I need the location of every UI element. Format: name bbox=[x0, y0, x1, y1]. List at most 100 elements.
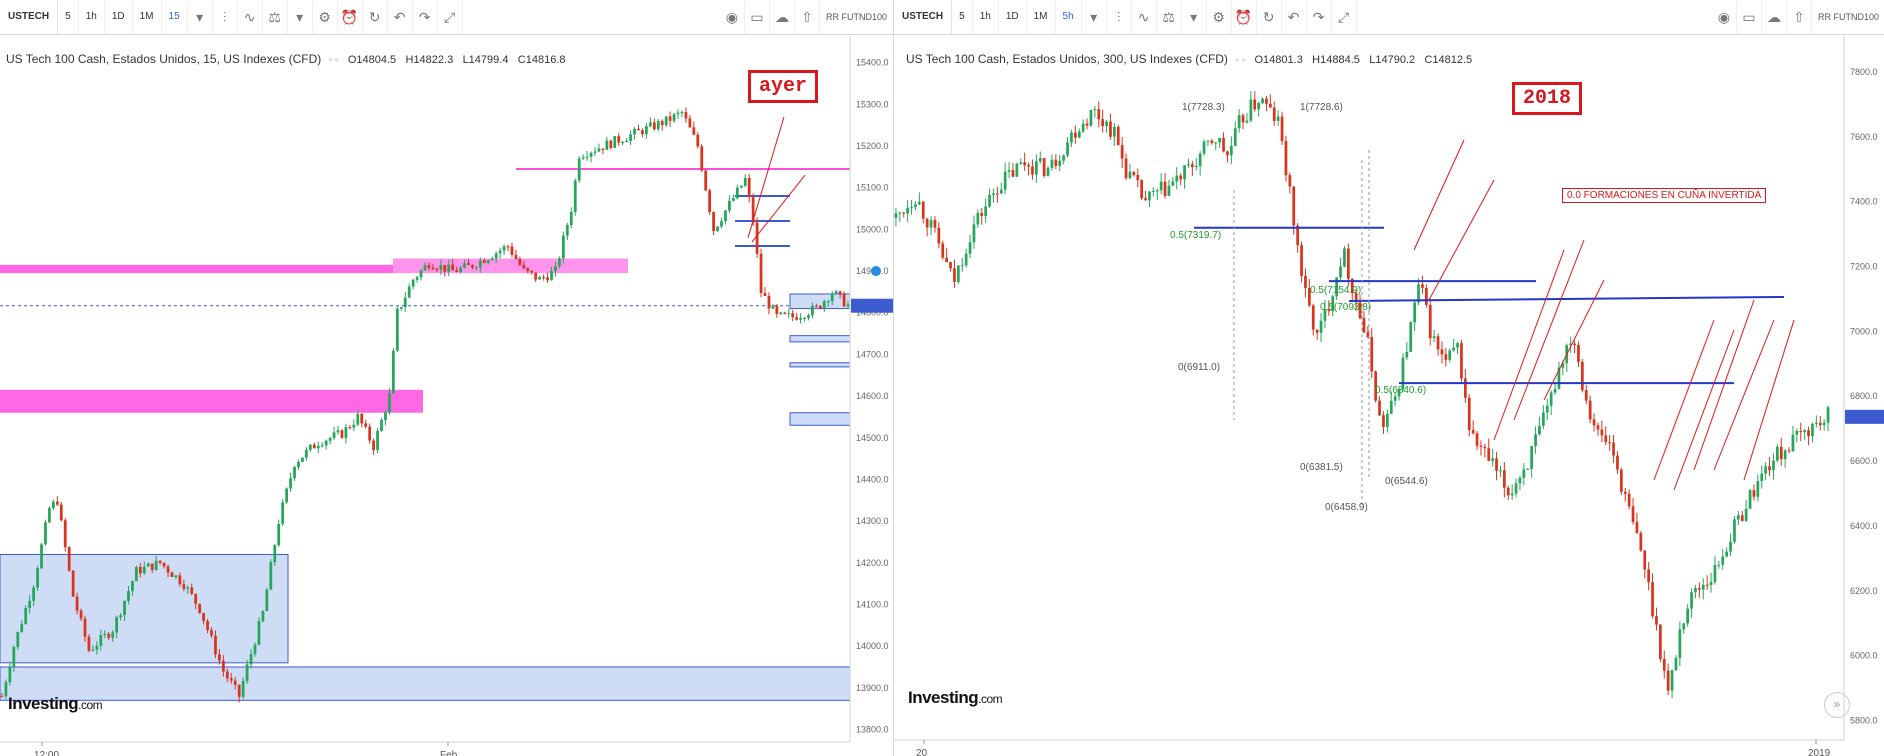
wedge-trend-line bbox=[1493, 249, 1565, 441]
candle-body bbox=[75, 596, 79, 611]
candle-body bbox=[1276, 116, 1280, 121]
candle-body bbox=[1109, 121, 1112, 137]
candle-body bbox=[613, 136, 617, 148]
candle-body bbox=[253, 644, 257, 655]
candle-body bbox=[95, 645, 99, 650]
candle-body bbox=[1034, 161, 1038, 175]
candle-body bbox=[1292, 186, 1296, 226]
candle-body bbox=[1058, 160, 1062, 166]
candle-body bbox=[1479, 445, 1483, 447]
candle-body bbox=[676, 112, 680, 115]
candle-body bbox=[534, 272, 538, 280]
candle-body bbox=[356, 413, 360, 425]
candle-body bbox=[728, 200, 731, 211]
candle-body bbox=[648, 122, 652, 127]
candle-body bbox=[593, 151, 597, 153]
fib-label: 0(6544.6) bbox=[1385, 476, 1428, 487]
price-tick-label: 6400.0 bbox=[1850, 521, 1878, 531]
candle-body bbox=[1226, 151, 1229, 156]
candle-body bbox=[376, 431, 379, 451]
candle-body bbox=[775, 305, 779, 314]
candle-body bbox=[419, 270, 423, 278]
candle-body bbox=[1132, 171, 1136, 176]
scroll-right-button[interactable]: » bbox=[1824, 692, 1850, 718]
candle-body bbox=[123, 600, 126, 616]
candle-body bbox=[1814, 422, 1818, 424]
candle-body bbox=[1491, 458, 1495, 461]
candle-body bbox=[1752, 490, 1756, 497]
candle-body bbox=[1093, 109, 1097, 111]
price-tick-label: 13800.0 bbox=[856, 724, 889, 734]
candle-body bbox=[1007, 170, 1011, 172]
candle-body bbox=[1577, 345, 1580, 362]
candle-body bbox=[431, 267, 435, 270]
left-price-chart[interactable]: 15400.015300.015200.015100.015000.014900… bbox=[0, 0, 893, 756]
candle-body bbox=[411, 279, 415, 287]
candle-body bbox=[811, 305, 814, 316]
candle-body bbox=[641, 130, 644, 135]
candle-body bbox=[1775, 446, 1779, 461]
event-marker-icon bbox=[871, 266, 881, 277]
candle-body bbox=[1545, 405, 1549, 413]
candle-body bbox=[237, 684, 241, 697]
candle-body bbox=[795, 317, 799, 320]
candle-body bbox=[1818, 422, 1822, 426]
candle-body bbox=[999, 189, 1003, 194]
candle-body bbox=[1304, 275, 1307, 289]
candle-body bbox=[1284, 141, 1288, 176]
candle-body bbox=[1319, 320, 1323, 333]
candle-body bbox=[995, 193, 999, 195]
candle-body bbox=[1768, 466, 1771, 471]
price-tick-label: 14400.0 bbox=[856, 474, 889, 484]
candle-body bbox=[344, 427, 348, 438]
fib-label: 0.5(7319.7) bbox=[1170, 230, 1221, 241]
candle-body bbox=[1635, 522, 1639, 533]
candle-body bbox=[621, 142, 625, 144]
fib-label: 0(6911.0) bbox=[1178, 362, 1220, 373]
candle-body bbox=[945, 257, 949, 263]
fib-label: 1(7728.3) bbox=[1182, 102, 1225, 113]
price-tick-label: 15400.0 bbox=[856, 58, 889, 68]
candle-body bbox=[815, 305, 818, 307]
candle-body bbox=[1370, 337, 1374, 372]
candle-body bbox=[1460, 343, 1463, 379]
candle-body bbox=[747, 177, 751, 198]
fib-level-line bbox=[1348, 295, 1785, 302]
fib-label: 0.5(7154.9) bbox=[1310, 285, 1361, 296]
candle-body bbox=[55, 501, 59, 505]
candle-body bbox=[269, 562, 273, 590]
candle-body bbox=[771, 305, 775, 309]
candle-body bbox=[652, 122, 656, 130]
price-tick-label: 6600.0 bbox=[1850, 456, 1878, 466]
candle-body bbox=[708, 190, 712, 213]
candle-body bbox=[1144, 198, 1147, 201]
candle-body bbox=[530, 270, 534, 273]
candle-body bbox=[475, 267, 478, 269]
candle-body bbox=[249, 654, 253, 665]
wedge-trend-line bbox=[1513, 239, 1585, 421]
candle-body bbox=[526, 268, 530, 271]
candle-body bbox=[1526, 468, 1530, 470]
candle-body bbox=[241, 680, 245, 697]
candle-body bbox=[830, 293, 834, 302]
candle-body bbox=[1046, 167, 1050, 176]
candle-body bbox=[1803, 430, 1807, 433]
demand-zone-box bbox=[789, 335, 851, 343]
candle-body bbox=[210, 630, 213, 636]
candle-body bbox=[1038, 158, 1042, 162]
candle-body bbox=[107, 633, 111, 638]
annotation-2018: 2018 bbox=[1512, 82, 1583, 115]
candle-body bbox=[720, 221, 723, 227]
candle-body bbox=[324, 440, 328, 446]
candle-body bbox=[1639, 532, 1643, 551]
candle-body bbox=[48, 508, 51, 523]
candle-body bbox=[308, 444, 312, 450]
candle-body bbox=[894, 213, 898, 218]
candle-body bbox=[245, 664, 249, 681]
candle-body bbox=[1148, 191, 1151, 201]
candle-body bbox=[1218, 137, 1222, 143]
right-price-chart[interactable]: 7800.0 7600.0 7400.0 7200.0 7000.0 6800.0 6600… bbox=[894, 0, 1884, 756]
candle-body bbox=[99, 635, 103, 646]
candle-body bbox=[229, 678, 233, 681]
candle-body bbox=[1413, 302, 1417, 323]
